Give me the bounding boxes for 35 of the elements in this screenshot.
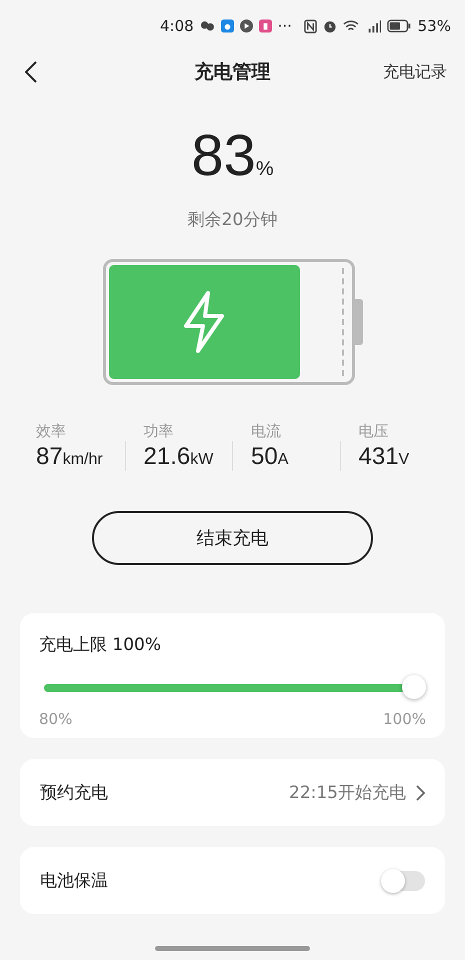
row-label: 预约充电	[40, 782, 108, 804]
chevron-right-icon	[416, 784, 425, 800]
slider-thumb[interactable]	[402, 675, 426, 699]
alarm-icon	[322, 18, 337, 34]
charge-history-link[interactable]: 充电记录	[383, 62, 447, 82]
charge-percentage: 83%	[191, 123, 274, 190]
battery-percent: 53%	[418, 17, 451, 35]
schedule-time: 22:15开始充电	[289, 782, 406, 804]
app-icon	[258, 19, 272, 33]
slider-min-label: 80%	[39, 710, 72, 728]
home-indicator[interactable]	[155, 946, 310, 951]
stat-value: 21.6kW	[144, 442, 214, 470]
wifi-icon	[342, 19, 359, 33]
charge-limit-title: 充电上限 100%	[39, 635, 162, 655]
stat-value: 87km/hr	[36, 442, 103, 470]
stat-label: 功率	[144, 422, 174, 440]
notification-icon	[200, 19, 215, 33]
nfc-icon	[304, 18, 317, 34]
stat-value: 50A	[251, 442, 288, 470]
slider-max-label: 100%	[383, 710, 426, 728]
back-icon	[25, 61, 37, 83]
more-notifications: ···	[278, 17, 292, 35]
page-title: 充电管理	[194, 61, 270, 83]
weather-icon	[220, 19, 234, 33]
stat-label: 电压	[358, 422, 388, 440]
battery-status-icon	[387, 19, 412, 33]
stat-label: 电流	[251, 422, 281, 440]
remaining-time: 剩余20分钟	[188, 210, 278, 230]
stat-label: 效率	[36, 422, 66, 440]
row-label: 电池保温	[40, 870, 108, 892]
stop-charging-button[interactable]: 结束充电	[92, 511, 373, 565]
stat-value: 431V	[358, 442, 410, 470]
play-icon	[240, 19, 253, 33]
status-time: 4:08	[160, 17, 194, 35]
schedule-charging-row[interactable]: 预约充电 22:15开始充电	[20, 759, 445, 826]
